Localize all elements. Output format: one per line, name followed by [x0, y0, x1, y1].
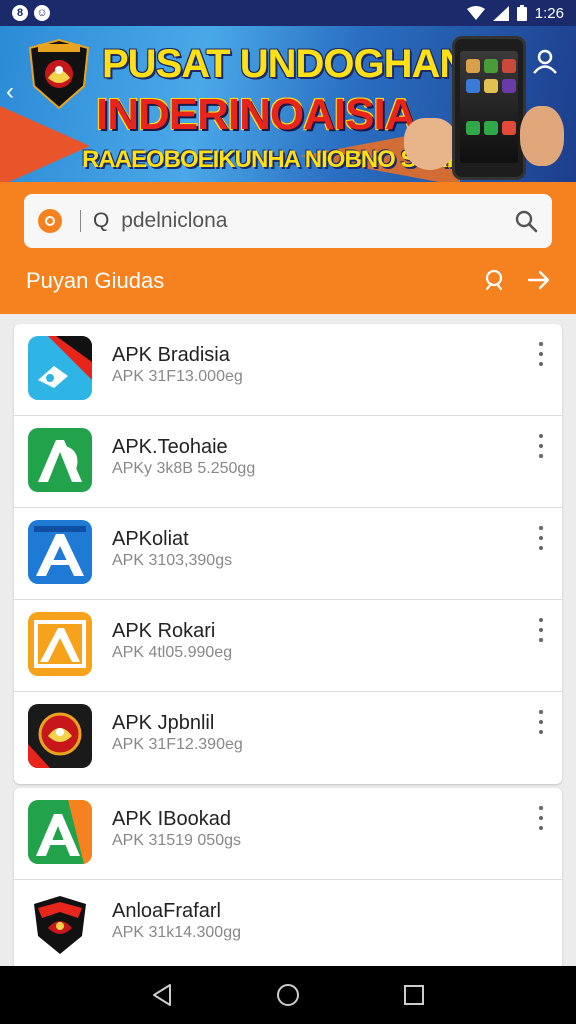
- app-name: APK Bradisia: [112, 344, 230, 366]
- app-name: APK Jpbnlil: [112, 712, 215, 734]
- blue-a-app-icon: [28, 520, 92, 584]
- status-left: 8 ☺: [12, 5, 50, 21]
- banner-title-line2: INDERINOAISIA: [96, 90, 416, 139]
- status-time: 1:26: [534, 4, 564, 22]
- green-orange-a-app-icon: [28, 800, 92, 864]
- app-meta: APK 31k14.300gg: [112, 924, 241, 941]
- orange-a-app-icon: [28, 612, 92, 676]
- red-emblem-app-icon: [28, 892, 92, 956]
- blue-wave-app-icon: [28, 336, 92, 400]
- app-meta: APK 3103,390gs: [112, 552, 233, 569]
- app-list-card: APK Bradisia APK 31F13.000eg APK.Teohaie…: [14, 324, 562, 784]
- app-list-card: APK IBookad APK 31519 050gs AnloaFrafarl…: [14, 788, 562, 972]
- signal-icon: [492, 5, 509, 21]
- emblem-logo-icon: [28, 38, 90, 110]
- back-nav-icon[interactable]: [151, 983, 173, 1007]
- back-arrow-icon[interactable]: ‹: [6, 78, 14, 106]
- app-name: APK Rokari: [112, 620, 216, 642]
- messenger-icon: ☺: [34, 5, 50, 21]
- more-options-icon[interactable]: [536, 710, 546, 734]
- app-name: APKoliat: [112, 528, 189, 550]
- app-meta: APK 4tl05.990eg: [112, 644, 233, 661]
- brand-icon: [38, 209, 62, 233]
- more-options-icon[interactable]: [536, 526, 546, 550]
- promo-banner[interactable]: ‹ PUSAT UNDOGHAN INDERINOAISIA RAAEOBOEI…: [0, 26, 576, 182]
- search-icon[interactable]: [514, 209, 538, 233]
- app-name: APK.Teohaie: [112, 436, 228, 458]
- share-arrow-icon[interactable]: [526, 268, 552, 292]
- search-input[interactable]: Q pdelniclona: [24, 194, 552, 248]
- more-options-icon[interactable]: [536, 618, 546, 642]
- app-meta: APK 31F13.000eg: [112, 368, 243, 385]
- search-value: Q pdelniclona: [93, 209, 228, 232]
- emblem-app-icon: [28, 704, 92, 768]
- app-notification-icon: 8: [12, 5, 28, 21]
- list-item[interactable]: AnloaFrafarl APK 31k14.300gg: [14, 880, 562, 972]
- app-name: AnloaFrafarl: [112, 900, 221, 922]
- green-a-app-icon: [28, 428, 92, 492]
- more-options-icon[interactable]: [536, 342, 546, 366]
- user-icon[interactable]: [530, 46, 560, 76]
- navigation-bar: [0, 966, 576, 1024]
- hand-illustration: [404, 118, 456, 170]
- notification-icon[interactable]: [482, 268, 506, 292]
- section-title: Puyan Giudas: [26, 268, 165, 293]
- home-nav-icon[interactable]: [276, 983, 300, 1007]
- search-divider: [80, 210, 81, 232]
- list-item[interactable]: APK.Teohaie APKy 3k8B 5.250gg: [14, 416, 562, 508]
- more-options-icon[interactable]: [536, 806, 546, 830]
- list-item[interactable]: APK IBookad APK 31519 050gs: [14, 788, 562, 880]
- app-meta: APK 31F12.390eg: [112, 736, 243, 753]
- list-item[interactable]: APK Bradisia APK 31F13.000eg: [14, 324, 562, 416]
- orange-header: Q pdelniclona Puyan Giudas: [0, 182, 576, 314]
- app-meta: APKy 3k8B 5.250gg: [112, 460, 256, 477]
- phone-illustration: [452, 36, 526, 180]
- banner-title-line1: PUSAT UNDOGHAN: [102, 42, 468, 86]
- list-item[interactable]: APK Rokari APK 4tl05.990eg: [14, 600, 562, 692]
- wifi-icon: [466, 5, 485, 20]
- hand-illustration-right: [520, 106, 564, 166]
- status-right: 1:26: [466, 4, 564, 22]
- list-item[interactable]: APKoliat APK 3103,390gs: [14, 508, 562, 600]
- status-bar: 8 ☺ 1:26: [0, 0, 576, 26]
- recents-nav-icon[interactable]: [403, 984, 425, 1006]
- screen: 8 ☺ 1:26 ‹ PUSAT UNDOGHAN INDERINOAISIA …: [0, 0, 576, 1024]
- battery-icon: [516, 5, 527, 21]
- app-meta: APK 31519 050gs: [112, 832, 241, 849]
- more-options-icon[interactable]: [536, 434, 546, 458]
- list-item[interactable]: APK Jpbnlil APK 31F12.390eg: [14, 692, 562, 784]
- app-name: APK IBookad: [112, 808, 231, 830]
